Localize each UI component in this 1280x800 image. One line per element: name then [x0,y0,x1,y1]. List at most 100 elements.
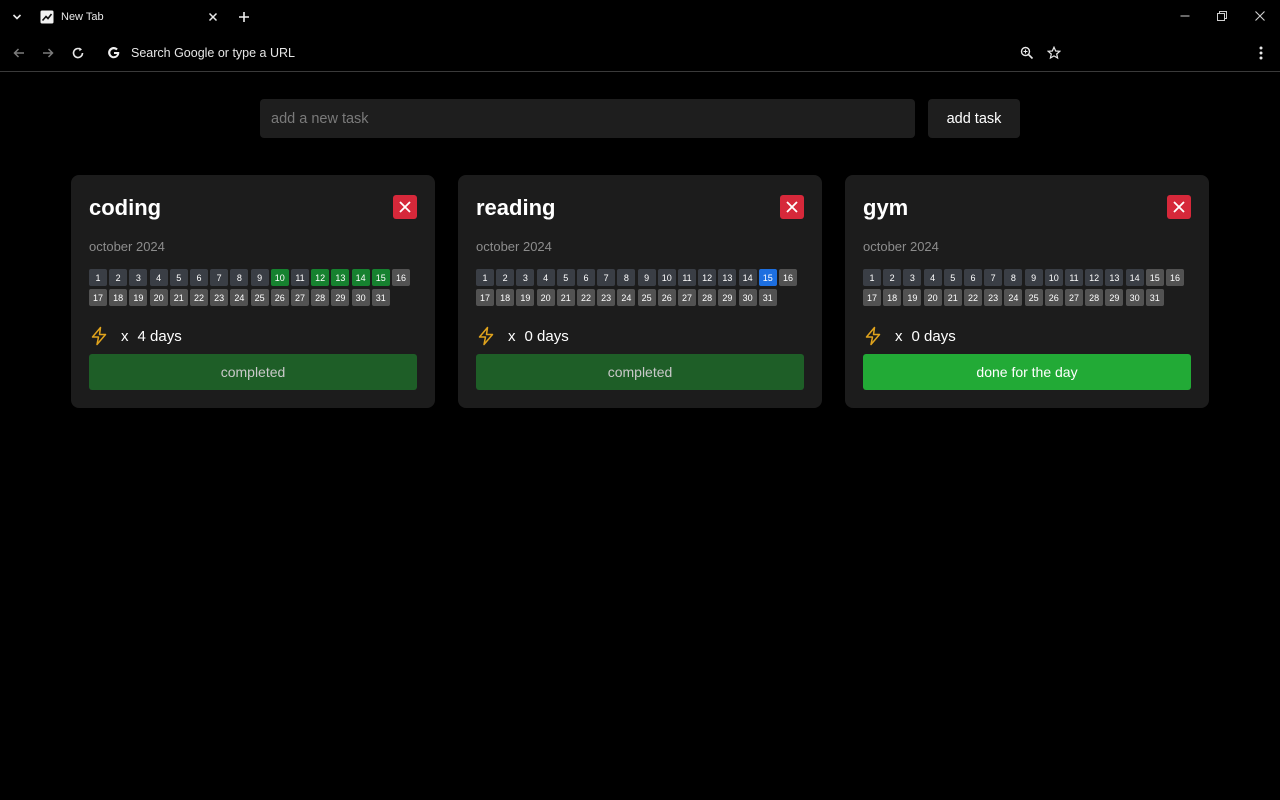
reload-button[interactable] [65,40,91,66]
day-cell: 31 [1145,289,1164,306]
day-cell: 25 [637,289,656,306]
day-cell: 6 [577,269,595,286]
streak-days: 0 days [524,327,569,345]
minimize-button[interactable] [1167,2,1203,30]
day-cell: 16 [392,269,410,286]
task-title: coding [89,195,162,220]
day-cell: 11 [1065,269,1083,286]
day-cell: 16 [779,269,797,286]
day-cell: 13 [718,269,737,286]
star-icon [1047,46,1061,60]
day-cell: 9 [637,269,656,286]
day-cell: 12 [698,269,717,286]
back-button[interactable] [6,40,32,66]
day-cell: 29 [1105,289,1124,306]
new-task-input[interactable] [260,99,915,138]
task-month: october 2024 [863,239,939,254]
day-cell: 19 [903,289,922,306]
task-card-reading: reading october 2024 1 2 3 4 5 6 7 8 9 10 11 12 13 14… [458,175,822,408]
omnibox[interactable]: Search Google or type a URL [100,38,1080,68]
day-cell: 1 [476,269,494,286]
close-window-button[interactable] [1242,2,1278,30]
day-cell: 2 [883,269,902,286]
google-g-icon [106,45,122,61]
close-icon [1173,201,1185,213]
day-cell: 29 [718,289,737,306]
day-cell: 13 [331,269,350,286]
restore-button[interactable] [1204,2,1240,30]
arrow-left-icon [13,48,24,58]
task-title: reading [476,195,556,220]
tab-title: New Tab [61,11,104,23]
forward-button[interactable] [35,40,61,66]
tab-search-button[interactable] [4,6,30,28]
streak-multiplier: x [895,327,903,345]
day-cell: 28 [698,289,717,306]
task-status-button[interactable]: done for the day [863,354,1191,390]
day-cell: 28 [311,289,330,306]
browser-tabstrip: New Tab [0,0,1280,34]
day-cell: 29 [331,289,350,306]
day-cell: 7 [984,269,1003,286]
day-cell: 8 [617,269,636,286]
streak-multiplier: x [508,327,516,345]
task-status-button[interactable]: completed [89,354,417,390]
day-cell: 10 [657,269,676,286]
day-cell: 27 [291,289,309,306]
day-cell: 5 [943,269,962,286]
day-cell: 20 [923,289,942,306]
delete-task-button[interactable] [393,195,417,219]
plus-icon [239,12,249,22]
day-cell: 14 [738,269,757,286]
day-cell: 11 [291,269,309,286]
close-tab-icon[interactable] [204,8,222,26]
day-cell: 8 [230,269,249,286]
day-cell: 22 [577,289,595,306]
lightning-icon [865,326,881,346]
day-cell: 22 [964,289,982,306]
day-cell: 31 [371,289,390,306]
day-cell: 26 [1044,289,1063,306]
new-tab-button[interactable] [233,6,255,28]
day-cell: 17 [476,289,494,306]
task-status-button[interactable]: completed [476,354,804,390]
day-cell: 9 [1024,269,1043,286]
day-cell: 6 [190,269,208,286]
lightning-icon [478,326,494,346]
tab-new-tab[interactable]: New Tab [30,2,226,32]
day-cell: 28 [1085,289,1104,306]
add-task-button[interactable]: add task [928,99,1020,138]
delete-task-button[interactable] [780,195,804,219]
day-cell: 2 [496,269,515,286]
menu-button[interactable] [1248,40,1274,66]
day-cell: 30 [1125,289,1144,306]
day-cell: 3 [129,269,148,286]
lightning-icon [91,326,107,346]
day-cell: 12 [311,269,330,286]
close-icon [786,201,798,213]
day-cell: 25 [1024,289,1043,306]
day-cell: 27 [678,289,696,306]
streak-days: 0 days [911,327,956,345]
delete-task-button[interactable] [1167,195,1191,219]
day-cell: 10 [270,269,289,286]
zoom-icon [1020,46,1034,60]
close-icon [1255,11,1265,21]
day-cell: 15 [1145,269,1164,286]
day-cell: 30 [351,289,370,306]
zoom-button[interactable] [1014,40,1040,66]
bookmark-button[interactable] [1041,40,1067,66]
omnibox-placeholder: Search Google or type a URL [131,46,295,60]
day-cell: 20 [536,289,555,306]
minimize-icon [1180,15,1190,17]
day-cell: 5 [169,269,188,286]
day-cell: 4 [923,269,942,286]
task-month: october 2024 [89,239,165,254]
day-cell: 18 [883,289,902,306]
day-cell: 15 [758,269,777,286]
restore-icon [1217,11,1227,21]
day-cell: 10 [1044,269,1063,286]
trend-icon [40,10,54,24]
day-cell: 3 [903,269,922,286]
day-cell: 24 [230,289,249,306]
